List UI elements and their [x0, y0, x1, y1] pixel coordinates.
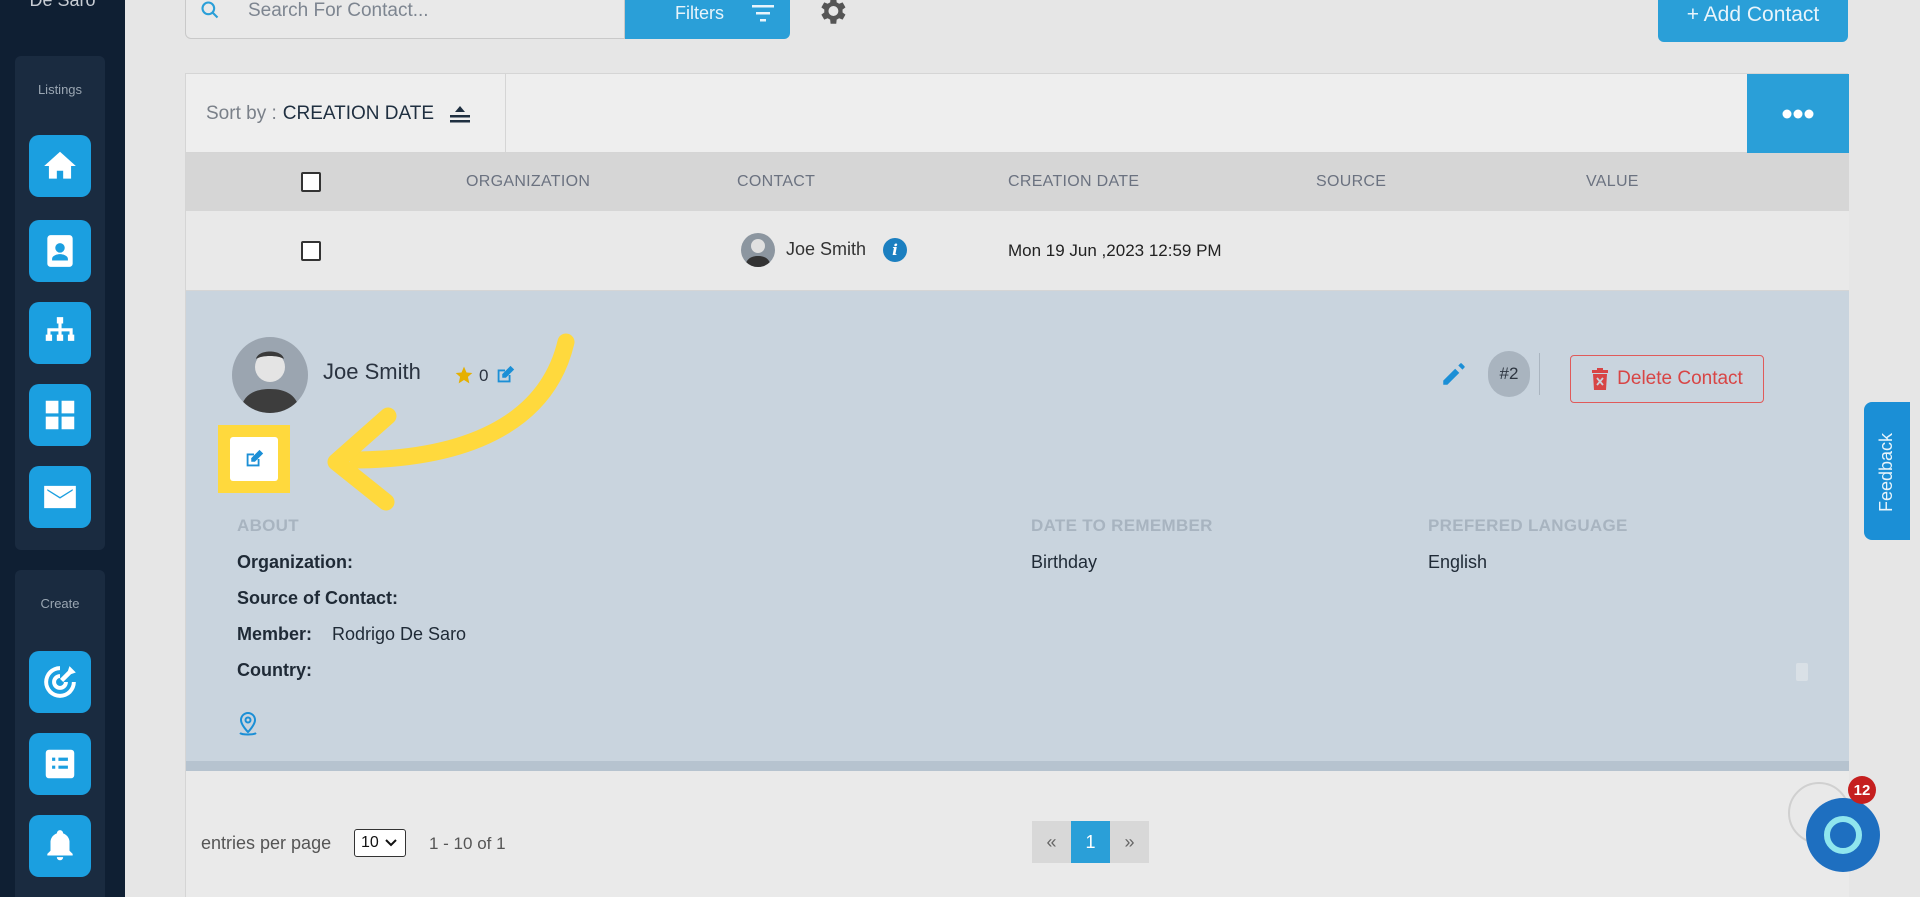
grid-icon [45, 400, 75, 430]
highlighted-edit-button[interactable] [218, 425, 290, 493]
date-to-remember-heading: DATE TO REMEMBER [1031, 516, 1213, 535]
filters-label: Filters [675, 3, 724, 23]
bell-icon [47, 830, 73, 861]
create-goal-button[interactable] [29, 651, 91, 713]
avatar [741, 233, 775, 267]
filter-lines-icon [752, 5, 774, 22]
search-icon [201, 1, 219, 19]
delete-contact-label: Delete Contact [1617, 368, 1743, 389]
edit-icon [246, 449, 264, 467]
add-contact-button[interactable]: + Add Contact [1658, 0, 1848, 42]
scroll-handle[interactable] [1796, 663, 1808, 681]
brand-name: De Saro [29, 0, 96, 10]
avatar [232, 337, 308, 413]
create-group-title: Create [40, 596, 80, 611]
sort-control[interactable]: Sort by : CREATION DATE [186, 74, 506, 153]
location-pin-icon[interactable] [236, 711, 260, 737]
edit-button[interactable] [230, 437, 278, 481]
sidebar: De Saro Listings Create [0, 0, 125, 897]
organization-label: Organization: [237, 552, 353, 572]
preferred-language-value: English [1428, 552, 1488, 572]
chat-icon [1824, 816, 1862, 854]
notification-badge: 12 [1848, 776, 1876, 804]
table-row[interactable]: Joe Smith i Mon 19 Jun ,2023 12:59 PM [186, 211, 1849, 291]
chat-button[interactable] [1806, 798, 1880, 872]
info-icon[interactable]: i [883, 238, 907, 262]
home-button[interactable] [29, 135, 91, 197]
search-input[interactable] [248, 0, 608, 23]
chat-widget[interactable]: 12 [1788, 776, 1888, 882]
contacts-button[interactable] [29, 220, 91, 282]
listings-group: Listings [15, 56, 105, 550]
target-icon [44, 666, 76, 698]
entries-per-page-select[interactable]: 10 [354, 829, 406, 857]
date-to-remember-value: Birthday [1031, 552, 1098, 572]
create-reminder-button[interactable] [29, 815, 91, 877]
trash-icon [1592, 368, 1609, 390]
mail-button[interactable] [29, 466, 91, 528]
filters-button[interactable]: Filters [625, 0, 790, 39]
sort-prefix: Sort by : [206, 102, 277, 124]
gear-icon[interactable] [815, 0, 849, 28]
member-value: Rodrigo De Saro [332, 624, 467, 644]
delete-contact-button[interactable]: Delete Contact [1570, 355, 1764, 403]
feedback-tab[interactable]: Feedback [1864, 402, 1910, 540]
pencil-icon[interactable] [1440, 362, 1466, 388]
org-chart-icon [45, 317, 75, 341]
row-checkbox[interactable] [301, 241, 321, 261]
organizations-button[interactable] [29, 302, 91, 364]
table-footer: entries per page 10 1 - 10 of 1 « 1 » [186, 771, 1849, 897]
ellipsis-icon [1782, 109, 1814, 118]
create-group: Create [15, 570, 105, 897]
listings-group-title: Listings [37, 82, 83, 97]
sort-order-icon [450, 105, 471, 122]
contact-id-badge: #2 [1488, 351, 1530, 397]
column-value[interactable]: VALUE [1586, 173, 1639, 191]
about-heading: ABOUT [237, 516, 299, 535]
checklist-icon [45, 749, 75, 779]
contact-card-icon [47, 235, 73, 267]
table-header: ORGANIZATION CONTACT CREATION DATE SOURC… [186, 153, 1849, 211]
feedback-label: Feedback [1876, 432, 1896, 512]
divider [1539, 353, 1540, 395]
creation-date-cell: Mon 19 Jun ,2023 12:59 PM [1008, 241, 1222, 260]
next-page-button[interactable]: » [1110, 821, 1149, 863]
page-1-button[interactable]: 1 [1071, 821, 1110, 863]
prev-page-button[interactable]: « [1032, 821, 1071, 863]
home-icon [44, 151, 76, 179]
chevron-down-icon [385, 839, 397, 847]
create-task-button[interactable] [29, 733, 91, 795]
sort-bar: Sort by : CREATION DATE [186, 74, 1849, 153]
preferred-language-heading: PREFERED LANGUAGE [1428, 516, 1628, 535]
contact-name-link[interactable]: Joe Smith [786, 239, 866, 260]
entries-per-page-label: entries per page [201, 833, 332, 853]
member-label: Member: [237, 624, 313, 644]
column-contact[interactable]: CONTACT [737, 173, 815, 191]
select-all-checkbox[interactable] [301, 172, 321, 192]
column-creation-date[interactable]: CREATION DATE [1008, 173, 1139, 191]
pagination: « 1 » [1032, 821, 1149, 863]
column-source[interactable]: SOURCE [1316, 173, 1386, 191]
source-label: Source of Contact: [237, 588, 399, 608]
country-label: Country: [237, 660, 312, 680]
more-options-button[interactable] [1747, 74, 1849, 153]
sort-field: CREATION DATE [282, 102, 435, 124]
column-organization[interactable]: ORGANIZATION [466, 173, 590, 191]
pagination-range: 1 - 10 of 1 [429, 834, 506, 853]
mail-icon [44, 485, 76, 509]
tutorial-arrow [327, 333, 575, 511]
search-box [185, 0, 625, 39]
dashboard-button[interactable] [29, 384, 91, 446]
